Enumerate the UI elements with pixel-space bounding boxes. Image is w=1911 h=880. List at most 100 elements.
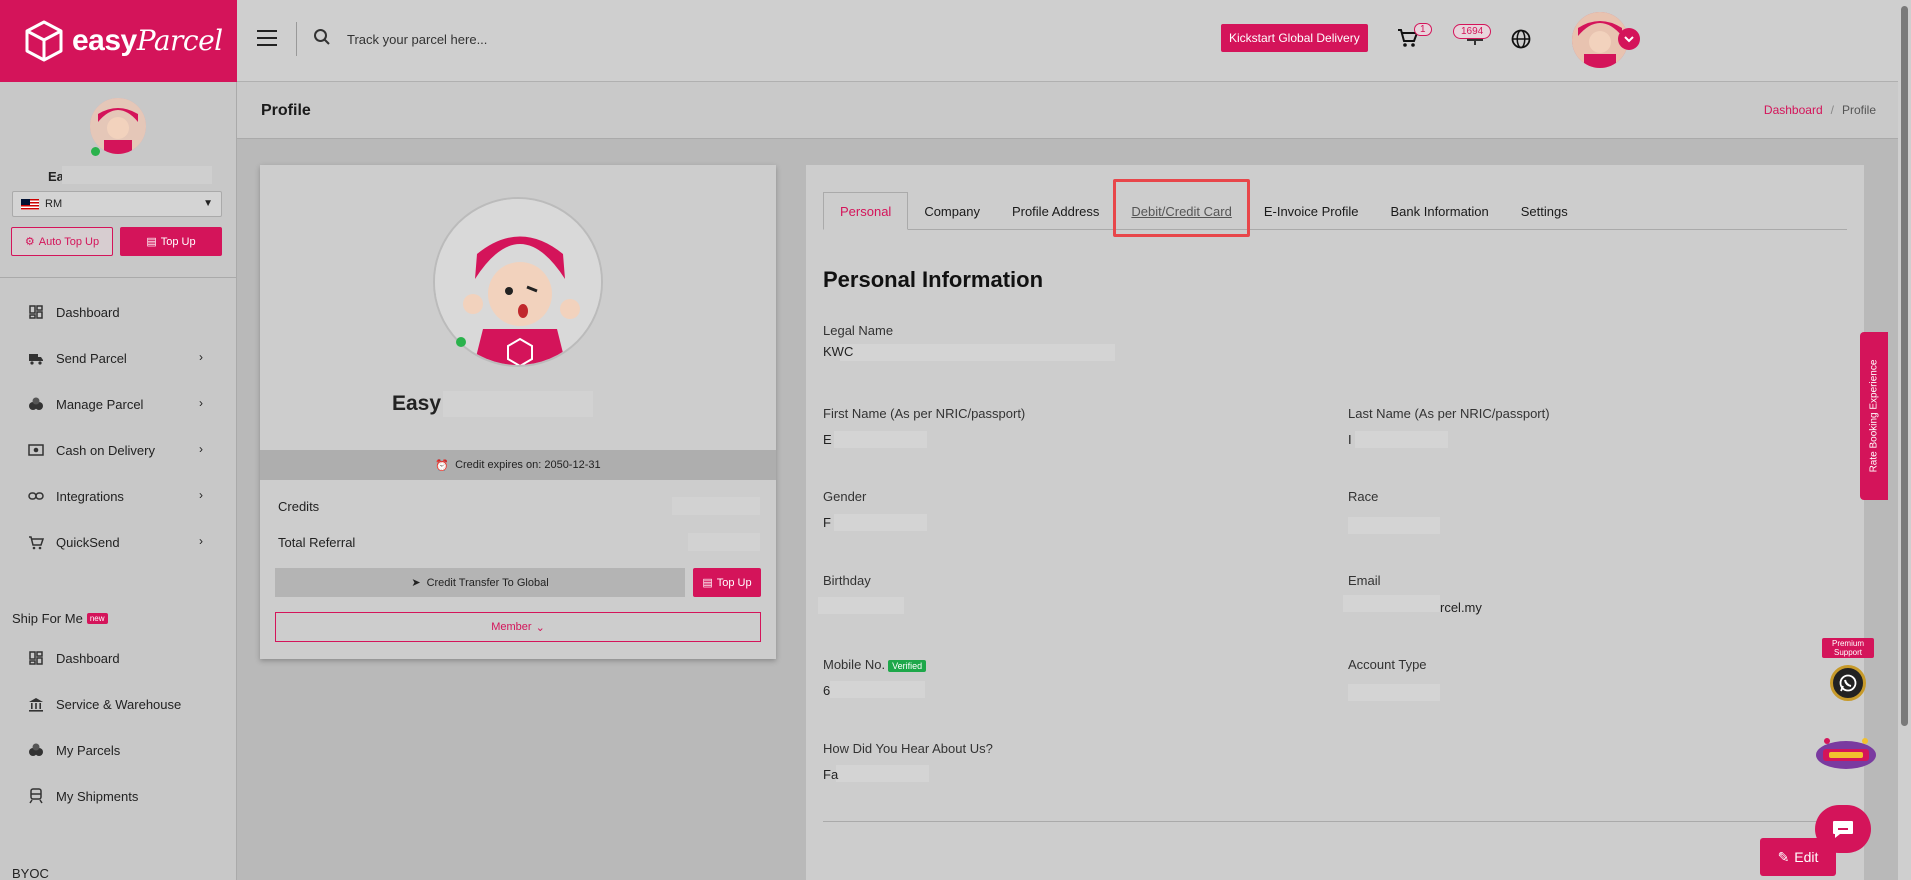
currency-select[interactable]: RM ▼: [12, 191, 222, 217]
chevron-down-icon: ⌄: [535, 621, 545, 634]
logo-script-text: Parcel: [136, 24, 223, 57]
boxes-icon: [28, 742, 44, 758]
rate-booking-experience-tab[interactable]: Rate Booking Experience: [1860, 332, 1888, 500]
redaction-mask: [836, 765, 929, 782]
sidebar-item-integrations[interactable]: Integrations ›: [28, 483, 213, 509]
top-bar: [237, 0, 1911, 82]
sidebar-item-sfm-dashboard[interactable]: Dashboard: [28, 645, 213, 671]
track-parcel-search-input[interactable]: [347, 25, 747, 53]
profile-tabs: Personal Company Profile Address Debit/C…: [823, 179, 1847, 237]
top-up-button[interactable]: ▤ Top Up: [693, 568, 761, 597]
divider: [0, 277, 237, 278]
legal-name-value: KWC: [823, 344, 854, 359]
chevron-right-icon: ›: [199, 534, 203, 548]
sidebar-item-cash-on-delivery[interactable]: Cash on Delivery ›: [28, 437, 213, 463]
currency-value: RM: [45, 198, 63, 210]
wallet-icon: ▤: [146, 236, 157, 248]
tab-bank-information[interactable]: Bank Information: [1374, 192, 1504, 230]
redaction-mask: [62, 166, 212, 184]
chevron-right-icon: ›: [199, 350, 203, 364]
credit-transfer-button[interactable]: ➤ Credit Transfer To Global: [275, 568, 685, 597]
redaction-mask: [834, 431, 927, 448]
chevron-right-icon: ›: [199, 396, 203, 410]
redaction-mask: [1348, 684, 1440, 701]
sidebar-item-dashboard[interactable]: Dashboard: [28, 299, 213, 325]
scrollbar-thumb[interactable]: [1901, 6, 1908, 726]
sidebar-item-my-parcels[interactable]: My Parcels: [28, 737, 213, 763]
wallet-icon: ▤: [702, 577, 713, 589]
cash-icon: [28, 442, 44, 458]
legal-name-label: Legal Name: [823, 323, 894, 338]
breadcrumb-separator: /: [1830, 103, 1834, 117]
total-referral-label: Total Referral: [278, 535, 356, 550]
mobile-label: Mobile No. Verified: [823, 657, 927, 672]
brand-logo[interactable]: easyParcel: [0, 0, 237, 82]
redaction-mask: [834, 514, 927, 531]
whatsapp-icon[interactable]: [1830, 665, 1866, 701]
tab-e-invoice-profile[interactable]: E-Invoice Profile: [1248, 192, 1375, 230]
byoc-heading: BYOC: [12, 866, 49, 880]
sidebar-avatar: [90, 98, 146, 154]
sidebar-item-my-shipments[interactable]: My Shipments: [28, 783, 213, 809]
section-title: Personal Information: [823, 267, 1044, 292]
tab-personal[interactable]: Personal: [823, 192, 909, 230]
sidebar: Ea RM ▼ ⚙ Auto Top Up ▤ Top Up Dashboard S…: [0, 82, 237, 880]
truck-icon: [28, 350, 44, 366]
points-icon: [1467, 39, 1483, 45]
redaction-mask: [840, 344, 1115, 361]
profile-info-panel: Personal Company Profile Address Debit/C…: [806, 165, 1864, 880]
logo-main-text: easy: [72, 24, 137, 57]
globe-icon[interactable]: [1511, 29, 1531, 49]
redaction-mask: [1343, 595, 1440, 612]
dashboard-icon: [28, 304, 44, 320]
chevron-down-icon: ▼: [203, 198, 213, 209]
redaction-mask: [1355, 431, 1448, 448]
sidebar-item-manage-parcel[interactable]: Manage Parcel ›: [28, 391, 213, 417]
profile-name: Easy: [392, 392, 442, 415]
kickstart-global-delivery-button[interactable]: Kickstart Global Delivery: [1221, 24, 1368, 52]
email-value: rcel.my: [1440, 600, 1482, 615]
chevron-right-icon: ›: [199, 488, 203, 502]
sidebar-item-send-parcel[interactable]: Send Parcel ›: [28, 345, 213, 371]
gear-icon: ⚙: [24, 236, 35, 248]
shipment-icon: [28, 788, 44, 804]
dashboard-icon: [28, 650, 44, 666]
credit-expiry-bar: ⏰ Credit expires on: 2050-12-31: [260, 450, 776, 480]
points-badge[interactable]: 1694: [1453, 24, 1492, 39]
tab-settings[interactable]: Settings: [1505, 192, 1584, 230]
search-icon[interactable]: [313, 28, 331, 46]
redaction-mask: [818, 597, 904, 614]
top-up-button[interactable]: ▤ Top Up: [120, 227, 222, 256]
gender-value: F: [823, 515, 831, 530]
sidebar-item-quicksend[interactable]: QuickSend ›: [28, 529, 213, 555]
tab-profile-address[interactable]: Profile Address: [996, 192, 1115, 230]
last-name-value: I: [1348, 432, 1352, 447]
breadcrumb-dashboard-link[interactable]: Dashboard: [1764, 103, 1823, 117]
first-name-label: First Name (As per NRIC/passport): [823, 406, 1026, 421]
menu-icon[interactable]: [257, 30, 277, 46]
tab-debit-credit-card[interactable]: Debit/Credit Card: [1113, 179, 1251, 237]
page-header: Profile Dashboard / Profile: [237, 82, 1911, 139]
ship-for-me-heading: Ship For Me new: [12, 611, 108, 626]
redaction-mask: [672, 497, 760, 515]
alarm-clock-icon: ⏰: [435, 459, 450, 472]
profile-card: Easy ⏰ Credit expires on: 2050-12-31 Cre…: [260, 165, 776, 659]
redaction-mask: [830, 681, 925, 698]
last-name-label: Last Name (As per NRIC/passport): [1348, 406, 1550, 421]
chevron-down-icon[interactable]: [1618, 28, 1640, 50]
redaction-mask: [688, 533, 760, 551]
send-icon: ➤: [411, 577, 421, 589]
chat-icon[interactable]: [1815, 805, 1871, 853]
redaction-mask: [1348, 517, 1440, 534]
member-dropdown-button[interactable]: Member ⌄: [275, 612, 761, 642]
cart-count-badge: 1: [1414, 23, 1432, 36]
promo-badge-icon[interactable]: [1813, 733, 1879, 773]
email-label: Email: [1348, 573, 1381, 588]
verified-badge: Verified: [888, 659, 927, 672]
first-name-value: E: [823, 432, 832, 447]
sidebar-item-service-warehouse[interactable]: Service & Warehouse: [28, 691, 213, 717]
divider: [823, 821, 1847, 822]
tab-company[interactable]: Company: [908, 192, 996, 230]
auto-top-up-button[interactable]: ⚙ Auto Top Up: [11, 227, 113, 256]
breadcrumb: Dashboard / Profile: [1764, 103, 1876, 117]
